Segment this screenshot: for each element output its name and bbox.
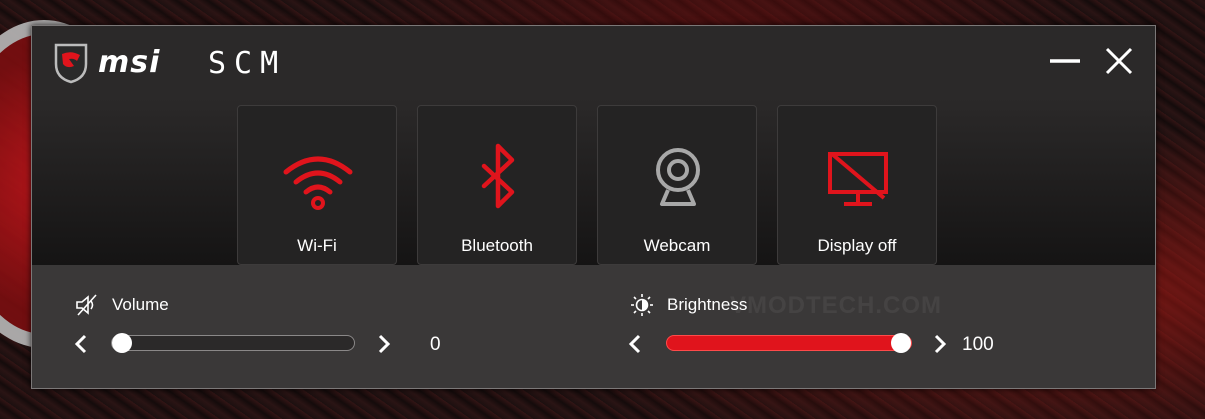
wifi-toggle-button[interactable]: Wi-Fi [237, 105, 397, 265]
scm-window: msi SCM Wi-Fi Bluetooth Webcam Display o… [31, 25, 1156, 389]
brightness-increase-chevron-right-icon[interactable] [929, 333, 949, 355]
bluetooth-label: Bluetooth [461, 236, 533, 255]
volume-label: Volume [112, 295, 169, 314]
volume-value: 0 [430, 334, 441, 355]
brightness-decrease-chevron-left-icon[interactable] [626, 333, 646, 355]
close-icon[interactable] [1102, 44, 1136, 78]
bluetooth-toggle-button[interactable]: Bluetooth [417, 105, 577, 265]
display-off-label: Display off [817, 236, 897, 255]
webcam-label: Webcam [643, 236, 711, 255]
webcam-icon [656, 148, 700, 206]
brightness-icon [631, 294, 653, 316]
speaker-muted-icon [76, 294, 97, 316]
minimize-icon[interactable] [1048, 44, 1082, 78]
title-bar[interactable]: msi SCM [32, 26, 1155, 98]
bluetooth-icon [481, 143, 515, 209]
toggle-tiles: Wi-Fi Bluetooth Webcam Display off [32, 98, 1155, 265]
msi-logo-text: msi [98, 45, 161, 80]
volume-decrease-chevron-left-icon[interactable] [72, 333, 92, 355]
webcam-toggle-button[interactable]: Webcam [597, 105, 757, 265]
wifi-label: Wi-Fi [297, 236, 337, 255]
brightness-value: 100 [962, 334, 994, 355]
app-title: SCM [208, 46, 287, 81]
brightness-slider[interactable] [666, 333, 912, 353]
volume-slider-thumb[interactable] [112, 333, 132, 353]
msi-dragon-shield-icon [54, 43, 88, 84]
volume-slider[interactable] [111, 333, 355, 353]
wifi-icon [283, 156, 353, 210]
watermark-text: VMODTECH.COM [730, 292, 942, 319]
brightness-slider-thumb[interactable] [891, 333, 911, 353]
display-off-icon [828, 152, 888, 206]
display-off-toggle-button[interactable]: Display off [777, 105, 937, 265]
volume-increase-chevron-right-icon[interactable] [373, 333, 393, 355]
slider-panel: Volume 0 Brightness 100 [32, 265, 1155, 388]
volume-header: Volume [74, 293, 274, 317]
